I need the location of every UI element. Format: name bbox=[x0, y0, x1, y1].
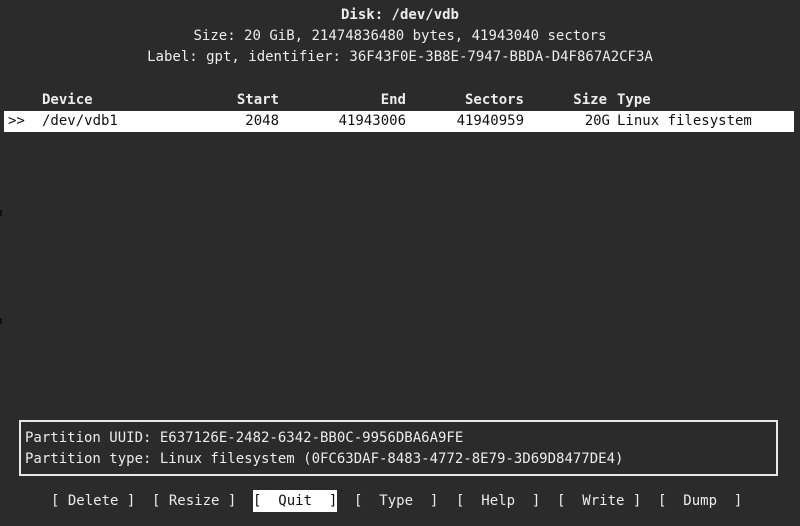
help-button[interactable]: [ Help ] bbox=[456, 490, 540, 512]
disk-label-info: Label: gpt, identifier: 36F43F0E-3B8E-79… bbox=[147, 49, 653, 65]
partition-table-header: Device Start End Sectors Size Type bbox=[0, 90, 800, 111]
resize-button[interactable]: [ Resize ] bbox=[152, 490, 236, 512]
window-edge-mark bbox=[0, 210, 2, 216]
partition-uuid: Partition UUID: E637126E-2482-6342-BB0C-… bbox=[25, 430, 464, 446]
column-sectors: Sectors bbox=[464, 92, 524, 108]
column-device: Device bbox=[42, 92, 93, 108]
partition-end: 41943006 bbox=[338, 113, 406, 129]
partition-device: /dev/vdb1 bbox=[42, 113, 118, 129]
partition-type-info: Partition type: Linux filesystem (0FC63D… bbox=[25, 451, 624, 467]
write-button[interactable]: [ Write ] bbox=[557, 490, 641, 512]
type-button[interactable]: [ Type ] bbox=[354, 490, 438, 512]
row-selection-marker: >> bbox=[8, 113, 25, 129]
disk-title: Disk: /dev/vdb bbox=[340, 7, 459, 23]
window-edge-mark bbox=[0, 318, 2, 324]
partition-start: 2048 bbox=[245, 113, 279, 129]
column-end: End bbox=[380, 92, 406, 108]
column-type: Type bbox=[617, 92, 651, 108]
partition-type: Linux filesystem bbox=[617, 113, 752, 129]
partition-sectors: 41940959 bbox=[456, 113, 524, 129]
partition-size: 20G bbox=[584, 113, 610, 129]
terminal-window: Disk: /dev/vdb Size: 20 GiB, 21474836480… bbox=[0, 0, 800, 526]
delete-button[interactable]: [ Delete ] bbox=[51, 490, 135, 512]
partition-row-selected[interactable]: >> /dev/vdb1 2048 41943006 41940959 20G … bbox=[4, 111, 794, 132]
column-size: Size bbox=[573, 92, 607, 108]
quit-button[interactable]: [ Quit ] bbox=[253, 490, 338, 512]
disk-size-info: Size: 20 GiB, 21474836480 bytes, 4194304… bbox=[193, 28, 607, 44]
column-start: Start bbox=[236, 92, 279, 108]
partition-info-box: Partition UUID: E637126E-2482-6342-BB0C-… bbox=[19, 420, 778, 476]
dump-button[interactable]: [ Dump ] bbox=[658, 490, 742, 512]
